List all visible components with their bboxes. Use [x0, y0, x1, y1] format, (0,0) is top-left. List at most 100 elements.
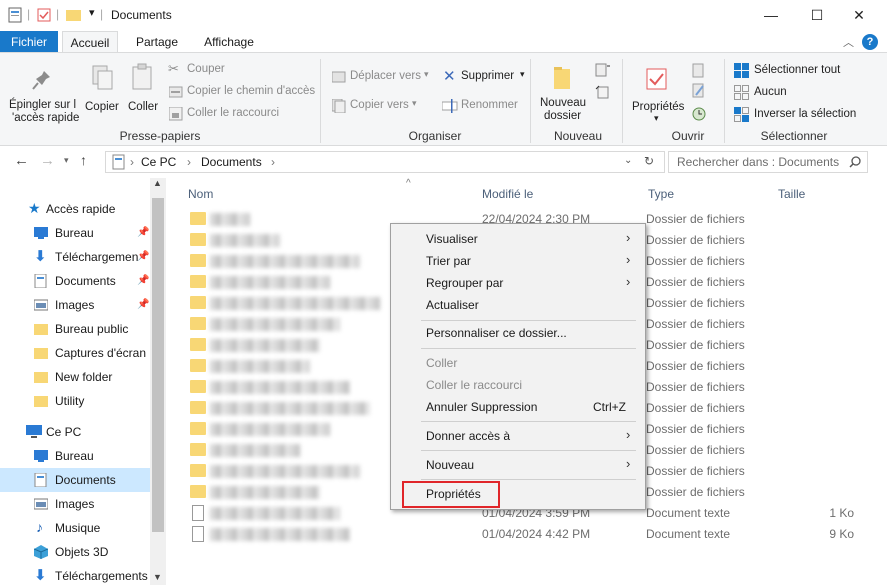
copy-icon	[92, 65, 113, 90]
menu-item-customize[interactable]: Personnaliser ce dossier...	[391, 322, 645, 344]
nav-scrollbar-thumb[interactable]	[152, 198, 164, 532]
properties-ribbon-button[interactable]: Propriétés ▾	[628, 57, 688, 125]
new-item-icon[interactable]	[594, 63, 612, 79]
history-icon[interactable]	[690, 105, 708, 121]
nav-this-pc[interactable]: Ce PC	[0, 420, 150, 444]
open-icon[interactable]	[690, 63, 708, 79]
nav-item-images[interactable]: Images 📌	[0, 293, 150, 317]
copy-button[interactable]: Copier	[84, 57, 120, 125]
pin-quick-access-button[interactable]: Épingler sur l 'accès rapide	[2, 57, 84, 125]
tab-home[interactable]: Accueil	[62, 31, 118, 53]
tab-share[interactable]: Partage	[130, 31, 184, 53]
column-header-name[interactable]: Nom	[188, 187, 213, 201]
nav-pc-bureau[interactable]: Bureau	[0, 444, 150, 468]
breadcrumb-ce-pc[interactable]: Ce PC	[141, 155, 176, 169]
menu-item-new[interactable]: Nouveau ›	[391, 454, 645, 476]
ribbon-separator	[622, 59, 623, 143]
nav-pc-telechargements[interactable]: ⬇ Téléchargements	[0, 564, 150, 585]
nav-item-label: Téléchargements	[55, 569, 148, 583]
nav-quick-access[interactable]: ★ Accès rapide	[0, 197, 150, 221]
quick-access-toolbar-dropdown-icon[interactable]: ▾	[89, 6, 95, 19]
menu-item-label: Regrouper par	[426, 276, 504, 290]
minimize-button[interactable]: —	[748, 0, 794, 30]
pictures-icon	[34, 498, 48, 510]
text-document-icon	[192, 526, 204, 542]
menu-item-paste-shortcut[interactable]: Coller le raccourci	[391, 374, 645, 396]
close-button[interactable]: ✕	[836, 0, 882, 30]
search-icon[interactable]	[849, 156, 861, 168]
menu-item-give-access[interactable]: Donner accès à ›	[391, 425, 645, 447]
nav-item-new-folder[interactable]: New folder	[0, 365, 150, 389]
breadcrumb-chevron-icon: ›	[271, 155, 275, 169]
copy-path-button[interactable]: Copier le chemin d'accès	[166, 83, 316, 101]
menu-item-view[interactable]: Visualiser ›	[391, 228, 645, 250]
submenu-arrow-icon: ›	[626, 252, 631, 267]
column-header-modified[interactable]: Modifié le	[482, 187, 533, 201]
up-icon[interactable]: ↑	[80, 152, 87, 168]
nav-pc-musique[interactable]: ♪ Musique	[0, 516, 150, 540]
help-icon[interactable]: ?	[862, 34, 878, 50]
address-dropdown-icon[interactable]: ⌄	[624, 155, 632, 166]
refresh-icon[interactable]: ↻	[644, 154, 654, 168]
nav-item-bureau-public[interactable]: Bureau public	[0, 317, 150, 341]
forward-icon[interactable]: →	[40, 152, 55, 169]
menu-item-refresh[interactable]: Actualiser	[391, 294, 645, 316]
address-bar[interactable]: › Ce PC › Documents › ⌄ ↻	[105, 151, 665, 173]
properties-quick-icon[interactable]	[37, 7, 51, 23]
file-type: Dossier de fichiers	[646, 380, 745, 394]
select-all-button[interactable]: Sélectionner tout	[732, 62, 862, 80]
file-type: Dossier de fichiers	[646, 443, 745, 457]
menu-item-group-by[interactable]: Regrouper par ›	[391, 272, 645, 294]
nav-item-utility[interactable]: Utility	[0, 389, 150, 413]
minimize-ribbon-icon[interactable]: ︿	[843, 34, 854, 50]
nav-pc-images[interactable]: Images	[0, 492, 150, 516]
nav-pc-documents[interactable]: Documents	[0, 468, 150, 492]
invert-selection-button[interactable]: Inverser la sélection	[732, 106, 862, 124]
rename-button[interactable]: Renommer	[440, 96, 532, 116]
easy-access-icon[interactable]	[594, 85, 612, 101]
select-none-button[interactable]: Aucun	[732, 84, 832, 102]
back-icon[interactable]: ←	[14, 152, 29, 169]
menu-item-undo-delete[interactable]: Annuler Suppression Ctrl+Z	[391, 396, 645, 418]
nav-item-documents[interactable]: Documents 📌	[0, 269, 150, 293]
paste-shortcut-button[interactable]: Coller le raccourci	[166, 105, 316, 123]
column-header-type[interactable]: Type	[648, 187, 674, 201]
nav-item-bureau[interactable]: Bureau 📌	[0, 221, 150, 245]
menu-item-sort-by[interactable]: Trier par ›	[391, 250, 645, 272]
search-box[interactable]: Rechercher dans : Documents	[668, 151, 868, 173]
tab-file[interactable]: Fichier	[0, 31, 58, 53]
nav-pc-objets-3d[interactable]: Objets 3D	[0, 540, 150, 564]
copy-to-button[interactable]: Copier vers ▾	[330, 96, 432, 116]
breadcrumb-chevron-icon: ›	[130, 155, 134, 169]
copy-label: Copier	[85, 101, 119, 113]
scroll-up-icon[interactable]: ▲	[153, 178, 162, 188]
cut-button[interactable]: ✂ Couper	[166, 61, 316, 79]
menu-item-paste[interactable]: Coller	[391, 352, 645, 374]
breadcrumb-documents[interactable]: Documents	[201, 155, 262, 169]
tab-view[interactable]: Affichage	[198, 31, 260, 53]
maximize-button[interactable]: ☐	[794, 0, 840, 30]
file-explorer-icon[interactable]	[8, 7, 22, 23]
new-folder-quick-icon[interactable]	[66, 8, 82, 22]
new-folder-label-2: dossier	[544, 110, 582, 122]
scroll-down-icon[interactable]: ▼	[153, 572, 162, 582]
rename-label: Renommer	[461, 99, 518, 111]
document-icon	[34, 274, 47, 288]
new-folder-button[interactable]: Nouveau dossier	[536, 57, 592, 125]
recent-locations-icon[interactable]: ▾	[64, 155, 69, 166]
file-row[interactable]: 01/04/2024 4:42 PM Document texte 9 Ko	[170, 524, 887, 545]
paste-button[interactable]: Coller	[124, 57, 162, 125]
group-label-new: Nouveau	[553, 129, 603, 143]
ribbon-separator	[320, 59, 321, 143]
column-header-size[interactable]: Taille	[778, 187, 805, 201]
edit-icon[interactable]	[690, 83, 708, 99]
move-to-button[interactable]: Déplacer vers ▾	[330, 67, 432, 87]
nav-item-telechargements[interactable]: ⬇ Téléchargemen 📌	[0, 245, 150, 269]
rename-icon	[442, 99, 458, 113]
copy-to-label: Copier vers	[350, 99, 409, 111]
nav-item-label: Images	[55, 497, 95, 511]
menu-item-shortcut: Ctrl+Z	[593, 400, 626, 414]
nav-item-captures[interactable]: Captures d'écran	[0, 341, 150, 365]
address-row: ← → ▾ ↑ › Ce PC › Documents › ⌄ ↻ Recher…	[0, 148, 887, 176]
delete-button[interactable]: ✕ Supprimer ▾	[440, 67, 532, 87]
